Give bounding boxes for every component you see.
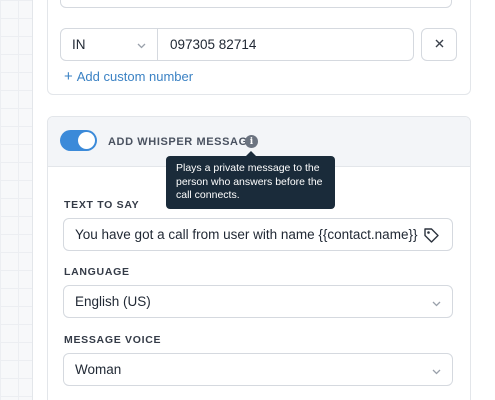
toggle-knob <box>78 132 95 149</box>
close-icon <box>434 36 445 54</box>
phone-number-value: 097305 82714 <box>170 37 257 52</box>
tag-icon[interactable] <box>423 227 440 247</box>
whisper-tooltip: Plays a private message to the person wh… <box>166 151 335 209</box>
chevron-down-icon <box>136 39 147 54</box>
whisper-toggle[interactable] <box>60 130 97 151</box>
text-to-say-label: TEXT TO SAY <box>64 199 140 211</box>
text-to-say-value: You have got a call from user with name … <box>75 227 418 242</box>
chevron-down-icon <box>431 365 442 380</box>
message-voice-select[interactable]: Woman <box>63 353 453 386</box>
add-custom-number-label: Add custom number <box>76 69 194 84</box>
whisper-title: ADD WHISPER MESSAGE <box>108 136 256 148</box>
message-voice-label: MESSAGE VOICE <box>64 334 162 346</box>
remove-number-button[interactable] <box>421 28 457 61</box>
phone-number-input[interactable]: 097305 82714 <box>157 28 414 61</box>
language-label: LANGUAGE <box>64 266 130 278</box>
language-value: English (US) <box>75 294 151 309</box>
text-to-say-input[interactable]: You have got a call from user with name … <box>63 218 453 251</box>
previous-input-field[interactable] <box>60 0 452 8</box>
plus-icon: + <box>64 68 73 85</box>
add-custom-number-link[interactable]: + Add custom number <box>64 69 193 84</box>
country-code-value: IN <box>72 37 86 52</box>
message-voice-value: Woman <box>75 362 122 377</box>
country-code-select[interactable]: IN <box>60 28 158 61</box>
info-icon[interactable]: i <box>245 135 258 148</box>
language-select[interactable]: English (US) <box>63 285 453 318</box>
chevron-down-icon <box>431 297 442 312</box>
